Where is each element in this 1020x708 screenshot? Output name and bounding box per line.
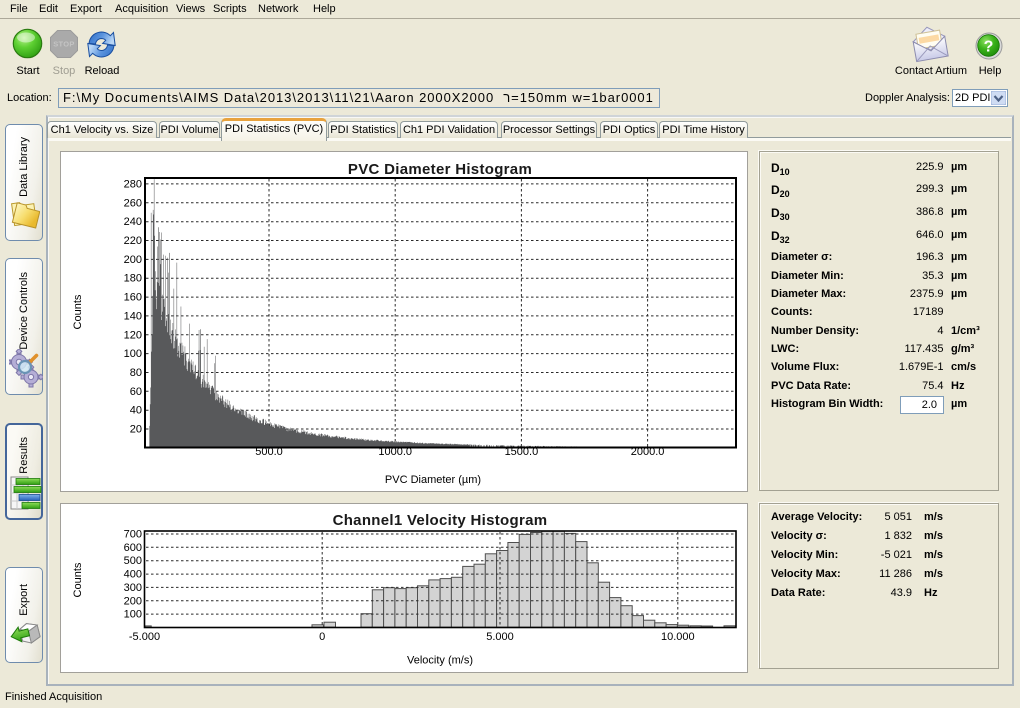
svg-text:600: 600 bbox=[124, 542, 142, 554]
svg-text:180: 180 bbox=[124, 273, 142, 285]
svg-text:300: 300 bbox=[124, 582, 142, 594]
svg-text:0: 0 bbox=[319, 631, 325, 643]
svg-text:Counts: Counts bbox=[72, 562, 84, 597]
svg-text:200: 200 bbox=[124, 595, 142, 607]
svg-text:Channel1 Velocity Histogram: Channel1 Velocity Histogram bbox=[333, 512, 548, 529]
svg-text:-5.000: -5.000 bbox=[129, 631, 160, 643]
svg-text:280: 280 bbox=[124, 178, 142, 190]
svg-text:220: 220 bbox=[124, 235, 142, 247]
svg-text:700: 700 bbox=[124, 529, 142, 541]
svg-text:60: 60 bbox=[130, 386, 142, 398]
svg-text:160: 160 bbox=[124, 292, 142, 304]
svg-text:10.000: 10.000 bbox=[661, 631, 695, 643]
svg-text:140: 140 bbox=[124, 310, 142, 322]
svg-text:260: 260 bbox=[124, 197, 142, 209]
svg-text:5.000: 5.000 bbox=[486, 631, 514, 643]
svg-text:500: 500 bbox=[124, 555, 142, 567]
svg-text:Counts: Counts bbox=[72, 294, 84, 329]
svg-text:100: 100 bbox=[124, 609, 142, 621]
svg-text:1500.0: 1500.0 bbox=[505, 446, 539, 458]
svg-text:PVC Diameter Histogram: PVC Diameter Histogram bbox=[348, 161, 532, 178]
svg-text:200: 200 bbox=[124, 254, 142, 266]
svg-text:40: 40 bbox=[130, 405, 142, 417]
svg-text:500.0: 500.0 bbox=[255, 446, 283, 458]
svg-text:Velocity (m/s): Velocity (m/s) bbox=[407, 655, 473, 667]
svg-text:1000.0: 1000.0 bbox=[378, 446, 412, 458]
svg-text:400: 400 bbox=[124, 569, 142, 581]
svg-text:100: 100 bbox=[124, 348, 142, 360]
svg-text:2000.0: 2000.0 bbox=[631, 446, 665, 458]
svg-text:80: 80 bbox=[130, 367, 142, 379]
svg-text:240: 240 bbox=[124, 216, 142, 228]
svg-text:20: 20 bbox=[130, 424, 142, 436]
svg-text:120: 120 bbox=[124, 329, 142, 341]
svg-text:PVC Diameter (µm): PVC Diameter (µm) bbox=[385, 474, 481, 486]
